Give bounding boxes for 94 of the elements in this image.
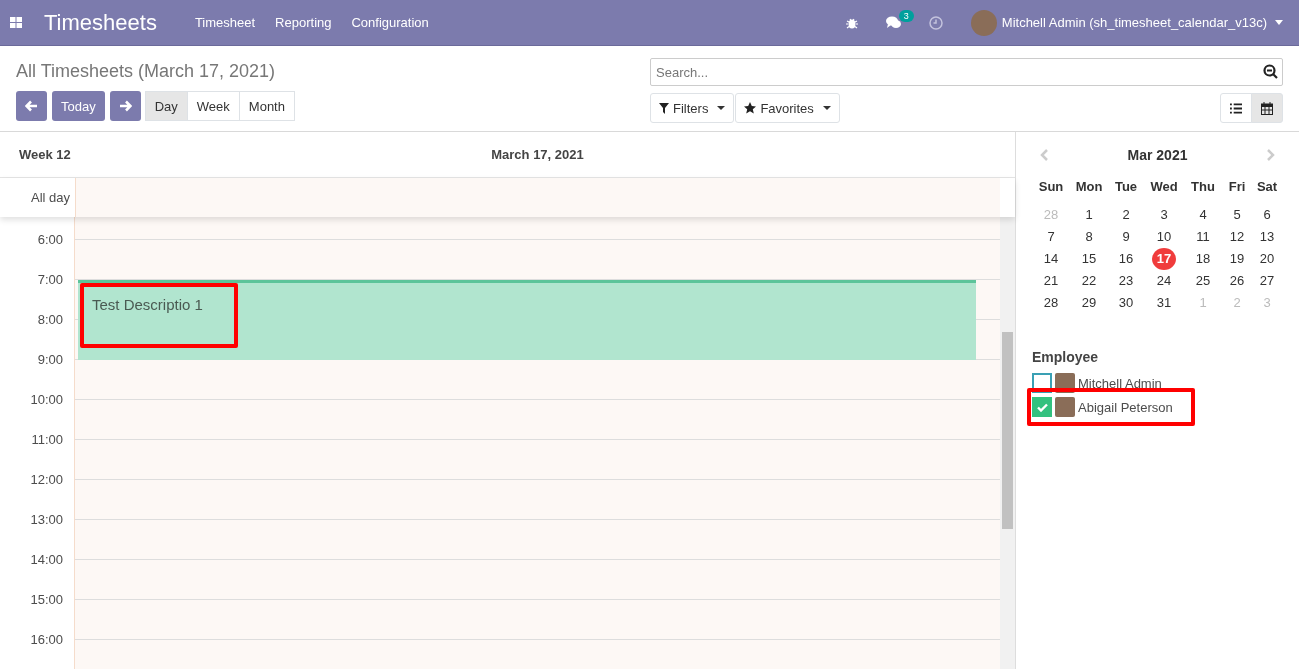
list-view-button[interactable] (1220, 93, 1252, 123)
calendar-day[interactable]: 12 (1225, 226, 1249, 248)
user-name[interactable]: Mitchell Admin (sh_timesheet_calendar_v13c) (1001, 15, 1267, 30)
weekday-label: Fri (1227, 178, 1247, 196)
hour-label: 12:00 (29, 471, 64, 489)
weekday-label: Wed (1149, 178, 1179, 196)
menu-item[interactable]: Timesheet (194, 15, 256, 30)
hour-label: 6:00 (36, 231, 64, 249)
search-icon[interactable] (1263, 64, 1278, 79)
calendar-day[interactable]: 8 (1077, 226, 1101, 248)
calendar-day[interactable]: 11 (1191, 226, 1215, 248)
scrollbar-thumb[interactable] (1002, 332, 1013, 529)
star-icon (744, 102, 757, 114)
hour-label: 10:00 (29, 391, 64, 409)
calendar-day[interactable]: 14 (1039, 248, 1063, 270)
weekday-label: Sat (1255, 178, 1279, 196)
calendar-day[interactable]: 7 (1039, 226, 1063, 248)
scale-button[interactable]: Day (144, 91, 188, 121)
calendar-day[interactable]: 1 (1077, 204, 1101, 226)
calendar-day[interactable]: 3 (1152, 204, 1176, 226)
employee-avatar (1055, 397, 1075, 417)
day-heading: March 17, 2021 (490, 147, 585, 162)
hour-label: 13:00 (29, 511, 64, 529)
calendar-day[interactable]: 9 (1114, 226, 1138, 248)
weekday-label: Thu (1190, 178, 1216, 196)
app-title: Timesheets (44, 9, 157, 36)
scale-button[interactable]: Week (186, 91, 240, 121)
employee-name[interactable]: Abigail Peterson (1078, 399, 1173, 415)
calendar-day[interactable]: 16 (1114, 248, 1138, 270)
funnel-icon (659, 102, 669, 114)
calendar-day[interactable]: 23 (1114, 270, 1138, 292)
calendar-view-button[interactable] (1251, 93, 1283, 123)
previous-button[interactable] (16, 91, 47, 121)
calendar-day[interactable]: 13 (1255, 226, 1279, 248)
calendar-day[interactable]: 19 (1225, 248, 1249, 270)
calendar-day[interactable]: 30 (1114, 292, 1138, 314)
calendar-day[interactable]: 20 (1255, 248, 1279, 270)
calendar-day[interactable]: 6 (1255, 204, 1279, 226)
bug-icon[interactable] (845, 16, 858, 29)
calendar-day[interactable]: 2 (1114, 204, 1138, 226)
calendar-day[interactable]: 5 (1225, 204, 1249, 226)
message-count-badge: 3 (898, 10, 914, 22)
chat-icon[interactable] (885, 16, 901, 29)
month-title: Mar 2021 (1127, 147, 1188, 163)
calendar-event[interactable]: Test Descriptio 1 (78, 280, 976, 360)
calendar-day[interactable]: 22 (1077, 270, 1101, 292)
all-day-label: All day (29, 189, 71, 207)
hour-label: 16:00 (29, 631, 64, 649)
calendar-day[interactable]: 18 (1191, 248, 1215, 270)
calendar-day[interactable]: 24 (1152, 270, 1176, 292)
calendar-day[interactable]: 15 (1077, 248, 1101, 270)
caret-icon[interactable] (1275, 20, 1283, 25)
event-title: Test Descriptio 1 (92, 296, 203, 313)
arrow-right-icon (118, 100, 132, 112)
week-number: Week 12 (18, 147, 72, 162)
scale-button[interactable]: Month (238, 91, 295, 121)
checkbox[interactable] (1032, 397, 1052, 417)
hour-label: 14:00 (29, 551, 64, 569)
calendar-day[interactable]: 27 (1255, 270, 1279, 292)
filters-button[interactable]: Filters (650, 93, 735, 123)
next-button[interactable] (109, 91, 141, 121)
calendar-day[interactable]: 26 (1225, 270, 1249, 292)
menu-item[interactable]: Reporting (275, 15, 332, 30)
hour-label: 11:00 (30, 431, 64, 449)
calendar-day[interactable]: 4 (1191, 204, 1215, 226)
favorites-button[interactable]: Favorites (735, 93, 840, 123)
employee-name[interactable]: Mitchell Admin (1078, 375, 1162, 391)
weekday-label: Sun (1037, 178, 1065, 196)
weekday-label: Tue (1113, 178, 1139, 196)
calendar-day[interactable]: 17 (1152, 248, 1176, 270)
arrow-left-icon (25, 100, 38, 112)
weekday-label: Mon (1074, 178, 1104, 196)
hour-label: 7:00 (36, 271, 64, 289)
calendar-icon (1261, 101, 1273, 115)
calendar-day[interactable]: 10 (1152, 226, 1176, 248)
list-icon (1230, 102, 1242, 114)
hour-label: 15:00 (29, 591, 64, 609)
hour-label: 9:00 (36, 351, 64, 369)
scrollbar[interactable] (1000, 217, 1015, 669)
calendar-day[interactable]: 31 (1152, 292, 1176, 314)
check-icon (1036, 402, 1048, 412)
calendar-day[interactable]: 28 (1039, 292, 1063, 314)
search-field[interactable]: Search... (650, 58, 1283, 86)
page-title: All Timesheets (March 17, 2021) (16, 60, 277, 83)
clock-icon[interactable] (928, 15, 943, 30)
calendar-day[interactable]: 21 (1039, 270, 1063, 292)
apps-grid-icon[interactable] (10, 17, 22, 28)
today-button[interactable]: Today (52, 91, 105, 121)
menu-item[interactable]: Configuration (351, 15, 429, 30)
filter-title: Employee (1032, 349, 1100, 365)
calendar-day[interactable]: 29 (1077, 292, 1101, 314)
calendar-day[interactable]: 25 (1191, 270, 1215, 292)
hour-label: 8:00 (36, 311, 64, 329)
user-avatar (970, 9, 997, 36)
